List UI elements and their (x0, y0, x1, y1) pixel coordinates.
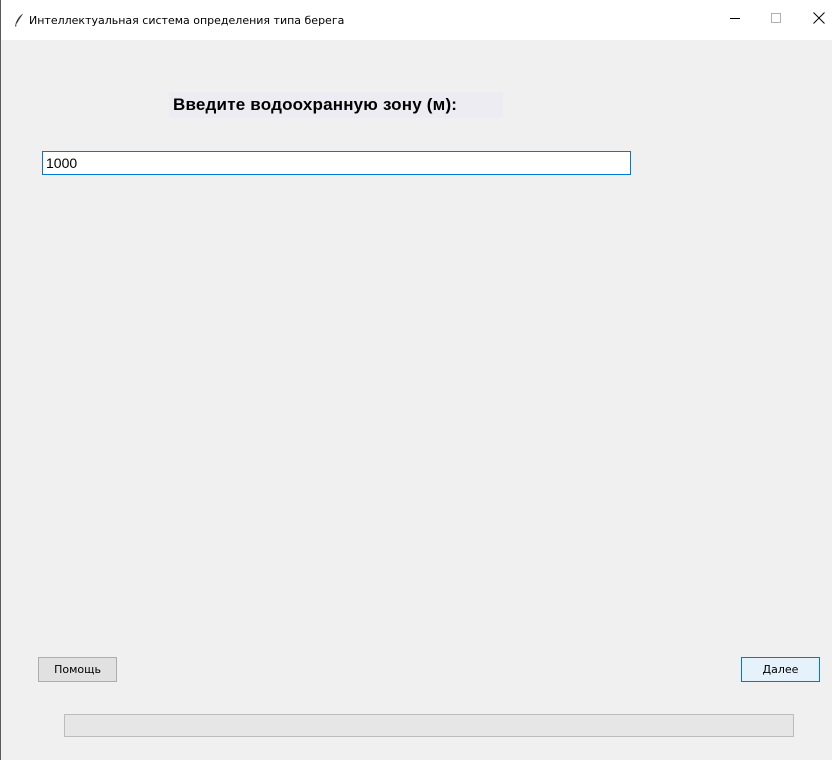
title-bar[interactable]: Интеллектуальная система определения тип… (1, 0, 832, 40)
close-button[interactable] (796, 0, 832, 40)
minimize-icon (729, 11, 741, 29)
maximize-button[interactable] (753, 0, 799, 40)
close-icon (813, 11, 825, 29)
app-window: Интеллектуальная система определения тип… (0, 0, 832, 760)
window-title: Интеллектуальная система определения тип… (29, 14, 345, 27)
help-button[interactable]: Помощь (38, 657, 117, 682)
maximize-icon (770, 11, 782, 29)
next-button[interactable]: Далее (741, 657, 820, 682)
feather-icon (11, 12, 27, 28)
water-protection-zone-input[interactable] (42, 151, 631, 175)
progress-bar (64, 714, 794, 737)
minimize-button[interactable] (712, 0, 758, 40)
form-heading: Введите водоохранную зону (м): (173, 95, 458, 114)
